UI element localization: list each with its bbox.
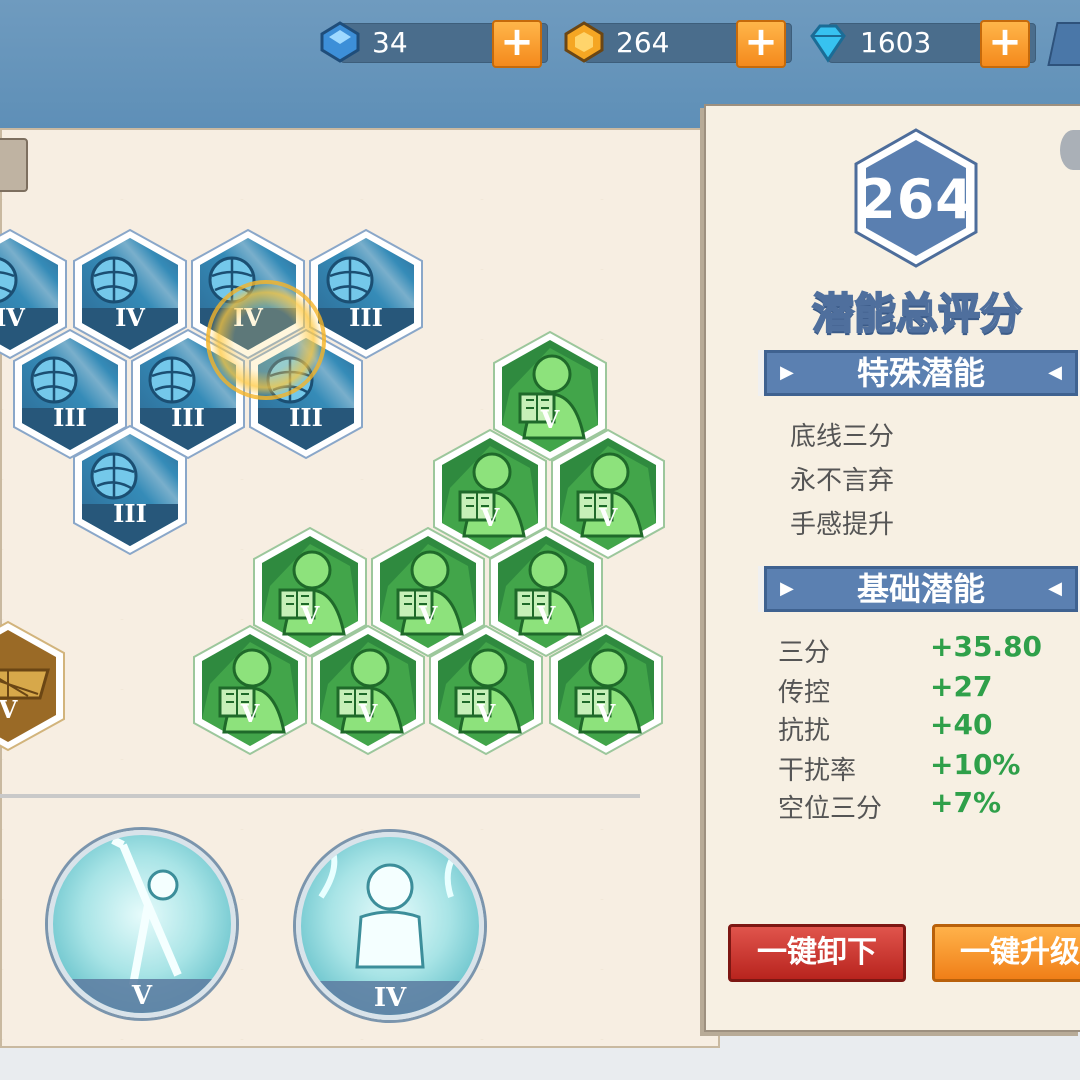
currency-value: 34: [372, 26, 408, 59]
special-item: 手感提升: [790, 510, 895, 540]
basic-potential-header: ▶ 基础潜能 ◀: [758, 566, 1080, 612]
slot-level: III: [113, 499, 147, 528]
stat-value: +40: [930, 708, 993, 741]
skill-level: V: [131, 981, 153, 1011]
add-gold-coin-button[interactable]: +: [736, 20, 786, 68]
total-score: 264: [858, 168, 974, 231]
stat-value: +27: [930, 670, 993, 703]
stat-label: 传控: [778, 678, 831, 708]
section-title: 基础潜能: [856, 570, 985, 608]
special-item: 底线三分: [790, 422, 895, 452]
currency-value: 1603: [860, 26, 932, 59]
special-item: 永不言弃: [790, 466, 895, 496]
stat-label: 干扰率: [778, 756, 857, 786]
potential-slot-green[interactable]: V: [426, 624, 546, 756]
slot-level: V: [358, 699, 378, 728]
section-title: 特殊潜能: [856, 354, 985, 392]
power-skill[interactable]: IV: [296, 832, 484, 1020]
currency-value: 264: [616, 26, 670, 59]
stat-label: 三分: [778, 638, 831, 668]
add-diamond-button[interactable]: +: [980, 20, 1030, 68]
arrow-right-icon: ▶: [780, 362, 794, 383]
stat-value: +7%: [930, 786, 1001, 819]
potential-slot-gold[interactable]: V: [0, 620, 68, 752]
stat-value: +35.80: [930, 630, 1043, 663]
stat-label: 抗扰: [778, 716, 831, 746]
unload-all-button[interactable]: 一键卸下: [728, 924, 906, 982]
special-potential-header: ▶ 特殊潜能 ◀: [758, 350, 1080, 396]
potential-slot-green[interactable]: V: [308, 624, 428, 756]
slot-level: V: [240, 699, 260, 728]
arrow-left-icon: ◀: [1048, 578, 1062, 599]
gold-coin-icon: [564, 21, 604, 63]
slot-level: V: [476, 699, 496, 728]
arrow-left-icon: ◀: [1048, 362, 1062, 383]
slot-level: V: [0, 695, 18, 724]
score-title: 潜能总评分: [811, 288, 1023, 339]
add-blue-gem-button[interactable]: +: [492, 20, 542, 68]
selected-slot-highlight: [206, 280, 326, 400]
close-orb[interactable]: [1060, 130, 1080, 170]
score-badge: 264: [852, 128, 980, 268]
potential-slot-blue[interactable]: III: [70, 424, 190, 556]
slot-level: III: [289, 403, 323, 432]
slot-level: V: [596, 699, 616, 728]
potential-slot-green[interactable]: V: [190, 624, 310, 756]
diamond-icon: [810, 24, 846, 63]
back-tab[interactable]: [0, 138, 28, 192]
stat-value: +10%: [930, 748, 1021, 781]
upgrade-all-button[interactable]: 一键升级: [932, 924, 1080, 982]
section-divider: [0, 794, 640, 798]
skill-level: IV: [373, 983, 407, 1013]
blue-gem-icon: [320, 21, 360, 63]
stat-label: 空位三分: [778, 794, 883, 824]
potential-slot-green[interactable]: V: [546, 624, 666, 756]
shooting-skill[interactable]: V: [48, 830, 236, 1018]
arrow-right-icon: ▶: [780, 578, 794, 599]
